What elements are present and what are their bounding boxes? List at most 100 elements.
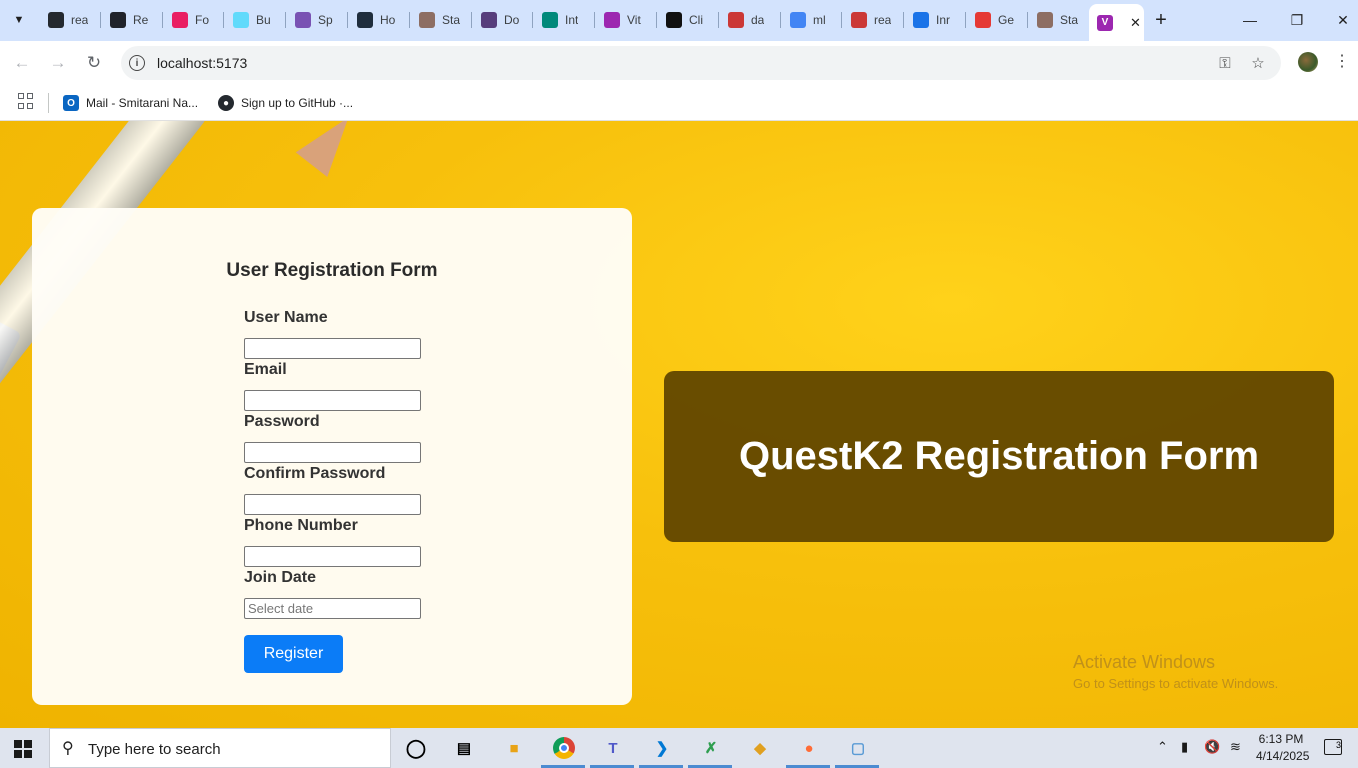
registration-form-card: User Registration Form User Name Email P… bbox=[32, 208, 632, 705]
tab-title: rea bbox=[874, 13, 892, 27]
banner-title: QuestK2 Registration Form bbox=[738, 434, 1260, 478]
tab-title: da bbox=[751, 13, 765, 27]
outlook-icon: O bbox=[63, 95, 79, 111]
tab-search-button[interactable]: ▼ bbox=[6, 8, 32, 32]
tab-separator bbox=[347, 12, 348, 28]
bookmark-label: Sign up to GitHub ·... bbox=[241, 96, 354, 110]
bootstrap-icon bbox=[481, 12, 497, 28]
search-icon bbox=[913, 12, 929, 28]
tab[interactable]: Cli bbox=[658, 6, 718, 34]
tab[interactable]: Fo bbox=[164, 6, 224, 34]
chrome-icon[interactable] bbox=[551, 736, 577, 760]
tab[interactable]: da bbox=[720, 6, 780, 34]
framer-icon bbox=[172, 12, 188, 28]
register-button[interactable]: Register bbox=[244, 635, 343, 673]
password-key-icon[interactable]: ⚿ bbox=[1215, 53, 1235, 73]
tab[interactable]: Bu bbox=[225, 6, 285, 34]
tab-separator bbox=[656, 12, 657, 28]
menu-icon[interactable]: ⋮ bbox=[1334, 51, 1350, 71]
tab-title: Sta bbox=[442, 13, 461, 27]
close-window-button[interactable]: ✕ bbox=[1331, 8, 1355, 32]
tab[interactable]: Do bbox=[473, 6, 533, 34]
search-icon: ⚲ bbox=[62, 740, 74, 757]
volume-muted-icon[interactable]: 🔇 bbox=[1204, 739, 1220, 755]
taskbar-search[interactable]: ⚲ Type here to search bbox=[49, 728, 391, 768]
tab-title: Int bbox=[565, 13, 579, 27]
tab-separator bbox=[718, 12, 719, 28]
close-icon[interactable]: ✕ bbox=[1130, 15, 1141, 31]
bookmarks-bar: O Mail - Smitarani Na... ● Sign up to Gi… bbox=[0, 85, 1358, 121]
ant-icon bbox=[357, 12, 373, 28]
battery-icon[interactable]: ▮ bbox=[1181, 739, 1188, 755]
new-tab-button[interactable]: + bbox=[1150, 8, 1172, 32]
clock-time: 6:13 PM bbox=[1258, 732, 1304, 746]
wifi-icon[interactable]: ≋ bbox=[1230, 739, 1241, 755]
notification-center-icon[interactable]: 3 bbox=[1324, 739, 1342, 755]
tab[interactable]: Int bbox=[534, 6, 594, 34]
confirm-password-label: Confirm Password bbox=[244, 465, 386, 482]
tab[interactable]: Vit bbox=[596, 6, 656, 34]
phone-number-input[interactable] bbox=[244, 546, 421, 567]
tab[interactable]: Sta bbox=[1029, 6, 1089, 34]
tab[interactable]: rea bbox=[40, 6, 100, 34]
username-label: User Name bbox=[244, 309, 328, 326]
join-date-input[interactable] bbox=[244, 598, 421, 619]
tab-active[interactable]: V ✕ bbox=[1089, 4, 1144, 41]
tab[interactable]: Ho bbox=[349, 6, 409, 34]
profile-avatar[interactable] bbox=[1298, 52, 1318, 72]
tab-title: Vit bbox=[627, 13, 641, 27]
restore-button[interactable]: ❐ bbox=[1285, 8, 1309, 32]
task-view-icon[interactable]: ▤ bbox=[451, 736, 477, 760]
tab-title: Sta bbox=[1060, 13, 1079, 27]
tab[interactable]: Ge bbox=[967, 6, 1027, 34]
github-icon: ● bbox=[218, 95, 234, 111]
system-clock[interactable]: 6:13 PM 4/14/2025 bbox=[1256, 731, 1310, 765]
tab[interactable]: rea bbox=[843, 6, 903, 34]
confirm-password-input[interactable] bbox=[244, 494, 421, 515]
tool-icon[interactable]: ✗ bbox=[698, 736, 724, 760]
tab-title: Sp bbox=[318, 13, 333, 27]
vscode-icon[interactable]: ❯ bbox=[649, 736, 675, 760]
tab-separator bbox=[285, 12, 286, 28]
password-input[interactable] bbox=[244, 442, 421, 463]
notepad-icon[interactable]: ▢ bbox=[845, 736, 871, 760]
reload-button[interactable]: ↻ bbox=[82, 51, 106, 75]
bookmark-mail[interactable]: O Mail - Smitarani Na... bbox=[63, 92, 198, 114]
tray-chevron-icon[interactable]: ⌃ bbox=[1157, 739, 1168, 755]
tab[interactable]: Sp bbox=[287, 6, 347, 34]
bookmark-star-icon[interactable]: ☆ bbox=[1248, 53, 1268, 73]
vite-icon: V bbox=[1097, 14, 1113, 31]
address-bar[interactable]: i localhost:5173 ⚿ ☆ bbox=[121, 46, 1281, 80]
url-text[interactable]: localhost:5173 bbox=[157, 55, 247, 71]
site-info-icon[interactable]: i bbox=[129, 55, 145, 71]
tab[interactable]: Sta bbox=[411, 6, 471, 34]
taskbar-search-placeholder: Type here to search bbox=[88, 741, 221, 758]
tab-title: ml bbox=[813, 13, 826, 27]
apps-grid-icon[interactable] bbox=[18, 93, 34, 109]
file-explorer-icon[interactable]: ■ bbox=[501, 736, 527, 760]
stackblitz-icon bbox=[1037, 12, 1053, 28]
tab[interactable]: Re bbox=[102, 6, 162, 34]
windows-start-icon[interactable] bbox=[14, 740, 32, 758]
tab-title: Fo bbox=[195, 13, 210, 27]
clock-date: 4/14/2025 bbox=[1256, 749, 1310, 763]
forward-button[interactable]: → bbox=[46, 51, 70, 75]
pencil-tip-decoration bbox=[295, 121, 365, 177]
teams-icon[interactable]: T bbox=[600, 736, 626, 760]
minimize-button[interactable]: — bbox=[1238, 8, 1262, 32]
tab-title: Ho bbox=[380, 13, 396, 27]
email-label: Email bbox=[244, 361, 287, 378]
tab[interactable]: ml bbox=[782, 6, 842, 34]
postman-icon[interactable]: ● bbox=[796, 736, 822, 760]
git-icon[interactable]: ◆ bbox=[747, 736, 773, 760]
java-icon bbox=[975, 12, 991, 28]
tab-title: Cli bbox=[689, 13, 703, 27]
username-input[interactable] bbox=[244, 338, 421, 359]
bootstrap-icon bbox=[295, 12, 311, 28]
email-input[interactable] bbox=[244, 390, 421, 411]
tab[interactable]: Inr bbox=[905, 6, 965, 34]
bookmark-github[interactable]: ● Sign up to GitHub ·... bbox=[218, 92, 353, 114]
back-button[interactable]: ← bbox=[10, 51, 34, 75]
cortana-icon[interactable]: ◯ bbox=[403, 736, 429, 760]
watermark-subtitle: Go to Settings to activate Windows. bbox=[1073, 676, 1279, 691]
